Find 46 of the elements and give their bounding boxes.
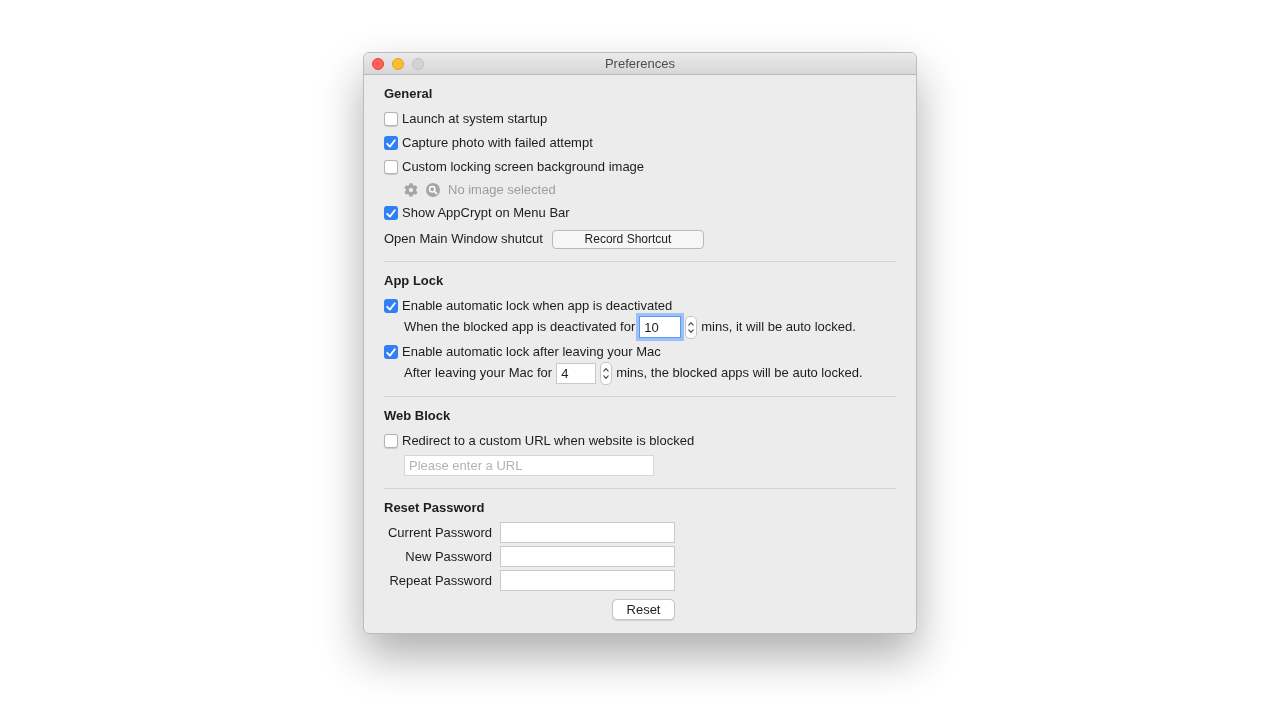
checkmark-icon — [386, 208, 396, 218]
checkbox-label[interactable]: Enable automatic lock after leaving your Mac — [402, 342, 661, 362]
section-heading: Reset Password — [384, 499, 486, 517]
field-label: Current Password — [386, 523, 492, 542]
checkbox[interactable] — [384, 112, 398, 126]
password-input-field[interactable] — [500, 570, 675, 591]
checkbox-label[interactable]: Custom locking screen background image — [402, 157, 645, 177]
checkbox-label[interactable]: Enable automatic lock when app is deactivated — [402, 296, 673, 316]
checkbox[interactable] — [384, 434, 398, 448]
url-input-field[interactable]: Please enter a URL — [404, 455, 654, 476]
field-label: New Password — [404, 547, 492, 566]
stepper-button[interactable] — [685, 315, 698, 339]
checkbox[interactable] — [384, 136, 398, 150]
section-heading: App Lock — [384, 272, 445, 290]
checkmark-icon — [386, 301, 396, 311]
reset-button[interactable]: Reset — [612, 599, 675, 620]
number-input-field[interactable]: 4 — [556, 362, 597, 384]
checkbox-label[interactable]: Redirect to a custom URL when website is blocked — [402, 431, 695, 451]
password-input-field[interactable] — [500, 522, 675, 543]
description-text: After leaving your Mac for — [404, 364, 553, 383]
password-input-field[interactable] — [500, 546, 675, 567]
up-down-chevron-icon — [603, 366, 610, 380]
checkbox[interactable] — [384, 206, 398, 220]
record-shortcut-button[interactable]: Record Shortcut — [551, 229, 704, 249]
section-heading: Web Block — [384, 407, 452, 425]
description-text: When the blocked app is deactivated for — [404, 318, 636, 337]
checkmark-icon — [386, 138, 396, 148]
checkbox-label[interactable]: Launch at system startup — [402, 109, 548, 129]
field-label: Repeat Password — [388, 571, 492, 590]
checkbox[interactable] — [384, 345, 398, 359]
checkbox[interactable] — [384, 160, 398, 174]
description-text: mins, it will be auto locked. — [701, 318, 856, 337]
minimize-button[interactable] — [392, 57, 404, 70]
close-button[interactable] — [372, 57, 384, 70]
number-input-field[interactable]: 10 — [639, 316, 682, 338]
shortcut-label: Open Main Window shutcut — [384, 230, 543, 249]
description-text: mins, the blocked apps will be auto locked. — [616, 364, 863, 383]
window-title: Preferences — [604, 54, 676, 73]
checkbox-label[interactable]: Capture photo with failed attempt — [402, 133, 593, 153]
status-text: No image selected — [448, 181, 556, 200]
checkbox[interactable] — [384, 299, 398, 313]
checkmark-icon — [386, 347, 396, 357]
stepper-button[interactable] — [600, 361, 613, 385]
up-down-chevron-icon — [688, 320, 695, 334]
section-heading: General — [384, 85, 434, 103]
checkbox-label[interactable]: Show AppCrypt on Menu Bar — [402, 203, 570, 223]
